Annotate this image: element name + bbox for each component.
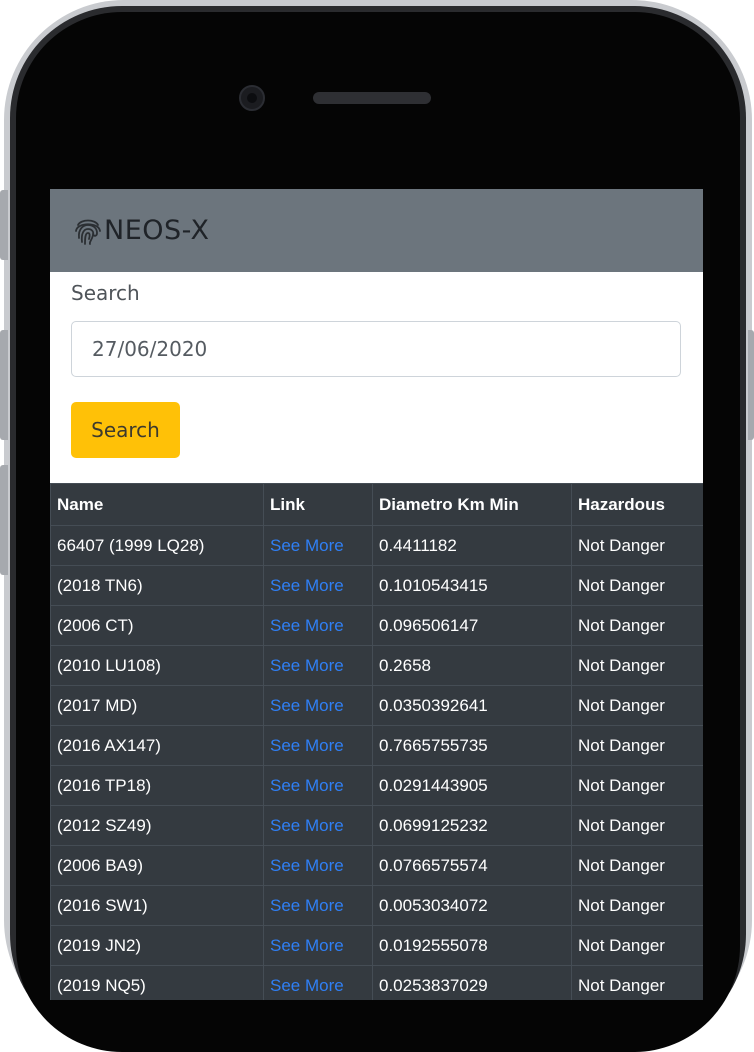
column-header-hazardous: Hazardous	[571, 483, 703, 526]
cell-name: (2016 SW1)	[50, 885, 264, 926]
see-more-link[interactable]: See More	[263, 885, 373, 926]
table-row: (2012 SZ49) See More 0.0699125232 Not Dange…	[50, 805, 703, 846]
cell-hazardous: Not Danger	[571, 605, 703, 646]
cell-diameter: 0.0253837029	[372, 965, 572, 1000]
cell-hazardous: Not Danger	[571, 645, 703, 686]
phone-side-button	[0, 190, 8, 260]
see-more-link[interactable]: See More	[263, 605, 373, 646]
see-more-link[interactable]: See More	[263, 645, 373, 686]
table-row: (2019 JN2) See More 0.0192555078 Not Danger	[50, 925, 703, 966]
table-row: 66407 (1999 LQ28) See More 0.4411182 Not Da…	[50, 525, 703, 566]
cell-hazardous: Not Danger	[571, 845, 703, 886]
see-more-link[interactable]: See More	[263, 965, 373, 1000]
cell-diameter: 0.1010543415	[372, 565, 572, 606]
cell-diameter: 0.7665755735	[372, 725, 572, 766]
cell-hazardous: Not Danger	[571, 965, 703, 1000]
see-more-link[interactable]: See More	[263, 845, 373, 886]
column-header-link: Link	[263, 483, 373, 526]
table-row: (2010 LU108) See More 0.2658 Not Danger	[50, 645, 703, 686]
cell-diameter: 0.096506147	[372, 605, 572, 646]
phone-screen: NEOS-X Search Search Name Link Diametro …	[50, 189, 703, 1000]
cell-name: (2012 SZ49)	[50, 805, 264, 846]
see-more-link[interactable]: See More	[263, 565, 373, 606]
cell-name: (2016 AX147)	[50, 725, 264, 766]
cell-hazardous: Not Danger	[571, 525, 703, 566]
search-label: Search	[71, 281, 140, 305]
table-row: (2016 TP18) See More 0.0291443905 Not Dange…	[50, 765, 703, 806]
cell-name: (2017 MD)	[50, 685, 264, 726]
cell-diameter: 0.0350392641	[372, 685, 572, 726]
cell-name: (2019 NQ5)	[50, 965, 264, 1000]
navbar: NEOS-X	[50, 189, 703, 272]
cell-name: 66407 (1999 LQ28)	[50, 525, 264, 566]
table-row: (2019 NQ5) See More 0.0253837029 Not Danger	[50, 965, 703, 1000]
cell-diameter: 0.0699125232	[372, 805, 572, 846]
phone-speaker	[313, 92, 431, 104]
cell-name: (2019 JN2)	[50, 925, 264, 966]
phone-side-button	[0, 330, 8, 440]
table-row: (2006 BA9) See More 0.0766575574 Not Danger	[50, 845, 703, 886]
column-header-diameter: Diametro Km Min	[372, 483, 572, 526]
cell-hazardous: Not Danger	[571, 885, 703, 926]
cell-diameter: 0.2658	[372, 645, 572, 686]
cell-hazardous: Not Danger	[571, 925, 703, 966]
see-more-link[interactable]: See More	[263, 925, 373, 966]
cell-name: (2016 TP18)	[50, 765, 264, 806]
cell-name: (2010 LU108)	[50, 645, 264, 686]
table-row: (2017 MD) See More 0.0350392641 Not Danger	[50, 685, 703, 726]
front-camera	[239, 85, 265, 111]
asteroid-table: Name Link Diametro Km Min Hazardous 6640…	[50, 483, 703, 1000]
cell-diameter: 0.0291443905	[372, 765, 572, 806]
phone-power-button	[748, 330, 754, 440]
cell-hazardous: Not Danger	[571, 765, 703, 806]
cell-diameter: 0.0766575574	[372, 845, 572, 886]
table-row: (2018 TN6) See More 0.1010543415 Not Danger	[50, 565, 703, 606]
see-more-link[interactable]: See More	[263, 725, 373, 766]
table-body: 66407 (1999 LQ28) See More 0.4411182 Not Da…	[50, 525, 703, 1000]
see-more-link[interactable]: See More	[263, 805, 373, 846]
cell-name: (2006 BA9)	[50, 845, 264, 886]
cell-diameter: 0.0192555078	[372, 925, 572, 966]
cell-diameter: 0.0053034072	[372, 885, 572, 926]
see-more-link[interactable]: See More	[263, 525, 373, 566]
brand-title[interactable]: NEOS-X	[104, 215, 210, 246]
cell-hazardous: Not Danger	[571, 685, 703, 726]
fingerprint-icon	[75, 219, 101, 245]
cell-hazardous: Not Danger	[571, 725, 703, 766]
cell-hazardous: Not Danger	[571, 565, 703, 606]
see-more-link[interactable]: See More	[263, 765, 373, 806]
search-input[interactable]	[71, 321, 681, 377]
see-more-link[interactable]: See More	[263, 685, 373, 726]
table-row: (2016 SW1) See More 0.0053034072 Not Danger	[50, 885, 703, 926]
phone-side-button	[0, 465, 8, 575]
column-header-name: Name	[50, 483, 264, 526]
cell-diameter: 0.4411182	[372, 525, 572, 566]
search-button[interactable]: Search	[71, 402, 180, 458]
table-row: (2016 AX147) See More 0.7665755735 Not Dang…	[50, 725, 703, 766]
search-form: Search Search	[50, 272, 703, 483]
table-row: (2006 CT) See More 0.096506147 Not Danger	[50, 605, 703, 646]
cell-name: (2018 TN6)	[50, 565, 264, 606]
cell-hazardous: Not Danger	[571, 805, 703, 846]
cell-name: (2006 CT)	[50, 605, 264, 646]
table-header-row: Name Link Diametro Km Min Hazardous	[50, 483, 703, 526]
